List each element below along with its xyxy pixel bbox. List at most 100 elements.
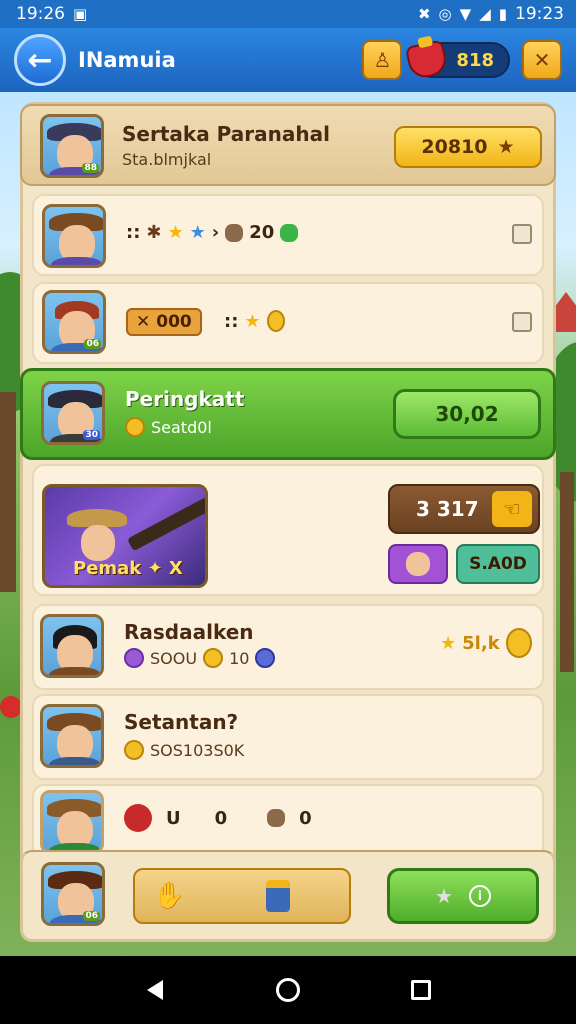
signal-icon: ◢ — [479, 5, 491, 23]
level-badge: 88 — [82, 163, 99, 173]
back-button[interactable]: ← — [14, 34, 66, 86]
inventory-slot[interactable]: ✋ — [133, 868, 351, 924]
shirt-shape — [49, 667, 101, 675]
list-item-highlighted[interactable]: 30 Peringkatt Seatd0l 30,02 — [20, 368, 556, 460]
status-time-left: 19:26 — [16, 4, 65, 24]
player-subtitle: SOOU 10 — [124, 648, 276, 668]
close-button[interactable]: ✕ — [522, 40, 562, 80]
blue-star-icon: ★ — [189, 222, 206, 243]
tree-trunk-left — [0, 392, 16, 592]
list-item[interactable]: 06 ✕ 000 :: ★ — [32, 282, 544, 364]
dots-icon: :: — [126, 222, 141, 243]
select-checkbox[interactable] — [512, 224, 532, 244]
info-icon: i — [468, 885, 491, 907]
player-name: Sertaka Paranahal — [122, 122, 330, 146]
avatar — [40, 614, 104, 678]
player-subtitle-text: Seatd0l — [151, 417, 212, 437]
reward-side-text: 5l,k — [462, 632, 500, 654]
wifi-icon: ▼ — [459, 5, 472, 23]
gem-currency[interactable]: 818 — [405, 39, 510, 81]
list-item[interactable]: U 0 0 — [32, 784, 544, 854]
sync-icon: ◎ — [438, 5, 452, 23]
bonus-value: S.A0D — [469, 554, 527, 574]
stone-icon — [267, 809, 286, 827]
mute-icon: ✖ — [417, 5, 431, 23]
star-icon: ★ — [167, 222, 184, 243]
chevron-right-icon: › — [211, 222, 220, 243]
my-avatar: 06 — [41, 862, 105, 926]
coin-icon — [266, 310, 285, 332]
reward-value-b: 0 — [214, 807, 228, 829]
level-badge: 30 — [83, 430, 100, 440]
nav-home-icon[interactable] — [275, 978, 300, 1002]
list-item-top[interactable]: 88 Sertaka Paranahal Sta.blmjkal 20810 ★ — [20, 104, 556, 186]
reward-row: U 0 0 — [124, 804, 312, 832]
star-icon: ★ — [440, 632, 457, 654]
avatar — [40, 790, 104, 854]
purchase-button[interactable]: 3 317 ☜ — [388, 484, 540, 534]
person-icon: ♙ — [373, 48, 392, 72]
claim-button[interactable]: 30,02 — [393, 389, 541, 439]
reward-value-c: 0 — [299, 807, 312, 829]
dots-icon: :: — [224, 310, 239, 332]
avatar — [42, 204, 106, 268]
telescope-shape — [126, 496, 205, 552]
player-subtitle-text: SOS103S0K — [150, 740, 245, 760]
character-button[interactable]: ♙ — [362, 40, 403, 80]
avatar — [40, 704, 104, 768]
gem-icon — [405, 39, 450, 81]
green-gem-icon — [280, 223, 299, 242]
list-item[interactable]: Setantan? SOS103S0K — [32, 694, 544, 780]
nav-recents-icon[interactable] — [410, 980, 431, 1000]
page-title: INamuia — [78, 48, 176, 72]
shirt-shape — [49, 757, 101, 765]
banner-text: Pemak ✦ X — [73, 558, 183, 579]
avatar: 06 — [42, 290, 106, 354]
bonus-tile[interactable]: S.A0D — [456, 544, 540, 584]
reward-row: :: ★ — [224, 310, 285, 332]
price-value: 3 317 — [416, 497, 479, 521]
reward-row: :: ✱ ★ ★ › 20 — [126, 222, 299, 243]
coin-icon — [125, 417, 145, 437]
star-icon: ★ — [435, 884, 453, 908]
nav-back-icon[interactable] — [145, 978, 165, 1002]
my-rank-bar: 06 ✋ ★ i — [20, 850, 556, 942]
top-header: ← INamuia ♙ 818 ✕ — [0, 28, 576, 92]
player-subtitle: Sta.blmjkal — [122, 150, 212, 169]
star-icon: ✱ — [146, 222, 162, 243]
close-icon: ✕ — [533, 48, 551, 72]
featured-offer[interactable]: Pemak ✦ X 3 317 ☜ S.A0D — [32, 464, 544, 596]
reward-row: ★ 5l,k — [440, 628, 532, 658]
swords-icon: ✕ — [136, 312, 151, 332]
reward-value: 20 — [249, 222, 275, 243]
coin-icon — [124, 740, 144, 760]
collect-button[interactable]: ★ i — [387, 868, 539, 924]
character-tile[interactable] — [388, 544, 448, 584]
stone-icon — [225, 223, 244, 242]
player-subtitle: SOS103S0K — [124, 740, 244, 760]
hand-icon: ✋ — [153, 881, 186, 911]
tree-trunk-right — [560, 472, 574, 672]
tag-value: 000 — [156, 312, 192, 332]
list-item[interactable]: Rasdaalken SOOU 10 ★ 5l,k — [32, 604, 544, 690]
select-checkbox[interactable] — [512, 312, 532, 332]
face-shape — [406, 552, 430, 576]
notification-icon: ▣ — [73, 5, 88, 23]
list-item[interactable]: :: ✱ ★ ★ › 20 — [32, 194, 544, 276]
jar-icon — [266, 880, 291, 912]
red-gem-icon — [124, 804, 152, 832]
coin-icon — [505, 628, 532, 658]
reward-value-a: U — [166, 807, 181, 829]
star-icon: ★ — [497, 136, 515, 158]
gem-count: 818 — [456, 49, 494, 71]
level-badge: 06 — [83, 911, 100, 921]
player-name: Rasdaalken — [124, 620, 254, 644]
coin-icon — [203, 648, 224, 668]
battery-icon: ▮ — [498, 5, 507, 23]
player-name: Peringkatt — [125, 387, 245, 411]
apple-icon — [0, 696, 22, 718]
player-subtitle: Seatd0l — [125, 417, 212, 437]
offer-banner-image: Pemak ✦ X — [42, 484, 208, 588]
arrow-left-icon: ← — [27, 42, 53, 78]
score-button[interactable]: 20810 ★ — [394, 126, 542, 168]
